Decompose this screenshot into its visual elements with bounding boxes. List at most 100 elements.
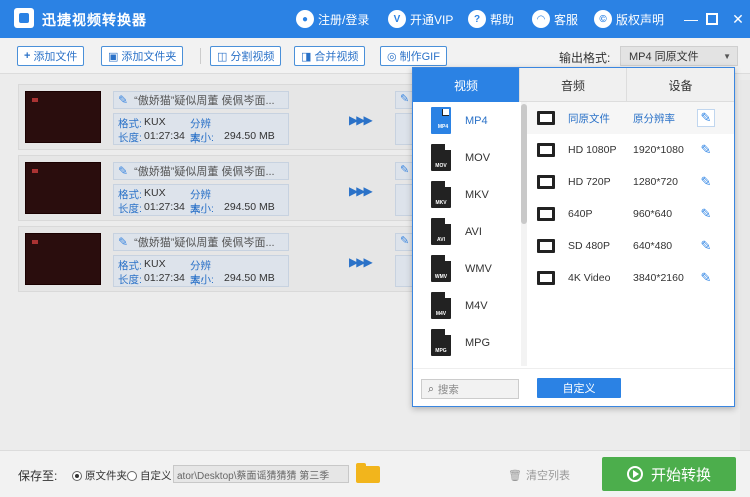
close-button[interactable]: ✕ <box>728 9 748 29</box>
output-format-select[interactable]: MP4 同原文件 ▼ <box>620 46 738 66</box>
edit-icon[interactable]: ✎ <box>697 205 715 223</box>
duration-key: 长度: <box>118 203 142 215</box>
film-icon <box>537 271 555 285</box>
preset-resolution: 1920*1080 <box>633 144 684 156</box>
add-folder-button[interactable]: ▣ 添加文件夹 <box>101 46 184 66</box>
video-thumbnail[interactable] <box>25 91 101 143</box>
convert-arrow-icon: ▶▶▶ <box>349 184 373 198</box>
list-scrollbar[interactable] <box>740 80 750 450</box>
format-name: MPG <box>465 336 491 349</box>
radio-original-folder[interactable]: 原文件夹 <box>72 468 127 483</box>
preset-row[interactable]: HD 1080P 1920*1080 ✎ <box>527 134 734 166</box>
add-file-button[interactable]: + 添加文件 <box>17 46 85 66</box>
format-panel-footer: ⌕ 搜索 自定义 <box>413 368 734 406</box>
size-value: 294.50 MB <box>224 201 275 213</box>
edit-icon[interactable]: ✎ <box>697 109 715 127</box>
make-gif-label: 制作GIF <box>399 51 440 63</box>
folder-icon[interactable] <box>356 463 380 483</box>
custom-button[interactable]: 自定义 <box>537 378 621 398</box>
search-placeholder: 搜索 <box>437 383 459 396</box>
user-icon: ● <box>296 10 314 28</box>
preset-row[interactable]: 4K Video 3840*2160 ✎ <box>527 262 734 294</box>
output-format-value: MP4 同原文件 <box>629 51 699 63</box>
edit-icon[interactable]: ✎ <box>697 173 715 191</box>
maximize-button[interactable] <box>706 13 718 25</box>
duration-value: 01:27:34 <box>144 130 185 142</box>
file-icon-label: MOV <box>435 163 447 169</box>
edit-icon[interactable]: ✎ <box>697 237 715 255</box>
task-row[interactable]: ✎ “傲娇猫”疑似周董 侯佩岑面... 格式: KUX 分辨率: 长度: 01:… <box>18 226 458 292</box>
search-icon: ⌕ <box>428 382 434 395</box>
size-value: 294.50 MB <box>224 272 275 284</box>
radio-dot <box>72 470 82 481</box>
video-thumbnail[interactable] <box>25 233 101 285</box>
tab-audio[interactable]: 音频 <box>520 68 627 102</box>
edit-icon[interactable]: ✎ <box>697 141 715 159</box>
title-bar: 迅捷视频转换器 ● 注册/登录 V 开通VIP ? 帮助 ◠ 客服 © 版权声明… <box>0 0 750 38</box>
preset-row[interactable]: SD 480P 640*480 ✎ <box>527 230 734 262</box>
radio-custom-folder[interactable]: 自定义 <box>127 468 172 483</box>
start-convert-label: 开始转换 <box>650 466 711 484</box>
preset-row[interactable]: HD 720P 1280*720 ✎ <box>527 166 734 198</box>
film-icon <box>537 175 555 189</box>
format-item-mkv[interactable]: MKV MKV <box>413 176 526 213</box>
convert-arrow-icon: ▶▶▶ <box>349 255 373 269</box>
help-link[interactable]: ? 帮助 <box>468 9 514 29</box>
format-item-mpg[interactable]: MPG MPG <box>413 324 526 361</box>
file-icon-label: WMV <box>434 274 448 280</box>
file-name-field[interactable]: ✎ “傲娇猫”疑似周董 侯佩岑面... <box>113 162 289 180</box>
tab-device[interactable]: 设备 <box>627 68 734 102</box>
preset-resolution: 3840*2160 <box>633 272 684 284</box>
format-name: MKV <box>465 188 489 201</box>
login-link[interactable]: ● 注册/登录 <box>296 9 369 29</box>
format-item-wmv[interactable]: WMV WMV <box>413 250 526 287</box>
format-item-mp4[interactable]: MP4 MP4 <box>413 102 526 139</box>
preset-resolution: 960*640 <box>633 208 673 220</box>
make-gif-button[interactable]: ◎ 制作GIF <box>380 46 447 66</box>
vip-link[interactable]: V 开通VIP <box>388 9 453 29</box>
duration-value: 01:27:34 <box>144 272 185 284</box>
film-icon <box>537 143 555 157</box>
help-icon: ? <box>468 10 486 28</box>
split-video-button[interactable]: ◫ 分割视频 <box>210 46 282 66</box>
format-item-m4v[interactable]: M4V M4V <box>413 287 526 324</box>
file-name-field[interactable]: ✎ “傲娇猫”疑似周董 侯佩岑面... <box>113 233 289 251</box>
headset-icon: ◠ <box>532 10 550 28</box>
merge-video-button[interactable]: ◨ 合并视频 <box>294 46 366 66</box>
task-row[interactable]: ✎ “傲娇猫”疑似周董 侯佩岑面... 格式: KUX 分辨率: 长度: 01:… <box>18 84 458 150</box>
mp4-file-icon: MP4 <box>431 107 451 134</box>
format-list: MP4 MP4 MOV MOV MKV MKV AVI AVI WMV WMV … <box>413 102 527 366</box>
file-name: “傲娇猫”疑似周董 侯佩岑面... <box>134 95 275 107</box>
format-item-mov[interactable]: MOV MOV <box>413 139 526 176</box>
preset-row[interactable]: 640P 960*640 ✎ <box>527 198 734 230</box>
duration-key: 长度: <box>118 132 142 144</box>
minimize-button[interactable]: — <box>681 9 701 29</box>
tab-video[interactable]: 视频 <box>413 68 520 102</box>
copyright-link[interactable]: © 版权声明 <box>594 9 664 29</box>
preset-row[interactable]: 同原文件 原分辨率 ✎ <box>527 102 734 134</box>
format-item-avi[interactable]: AVI AVI <box>413 213 526 250</box>
task-row[interactable]: ✎ “傲娇猫”疑似周董 侯佩岑面... 格式: KUX 分辨率: 长度: 01:… <box>18 155 458 221</box>
resolution-key: 分辨率: <box>190 118 211 145</box>
edit-icon[interactable]: ✎ <box>697 269 715 287</box>
preset-list: 同原文件 原分辨率 ✎ HD 1080P 1920*1080 ✎ HD 720P… <box>527 102 734 366</box>
format-value: KUX <box>144 116 166 128</box>
video-thumbnail[interactable] <box>25 162 101 214</box>
copyright-label: 版权声明 <box>616 12 665 27</box>
merge-video-label: 合并视频 <box>314 51 359 63</box>
start-convert-button[interactable]: 开始转换 <box>602 457 736 491</box>
file-name-field[interactable]: ✎ “傲娇猫”疑似周董 侯佩岑面... <box>113 91 289 109</box>
avi-file-icon: AVI <box>431 218 451 245</box>
clear-list-button[interactable]: 🗑 清空列表 <box>508 467 570 483</box>
output-path-field[interactable]: ator\Desktop\蔡面谣猜猜猜 第三季 <box>173 465 349 483</box>
app-logo-icon <box>14 8 34 28</box>
format-value: KUX <box>144 258 166 270</box>
split-icon: ◫ <box>217 50 228 63</box>
bottom-bar: 保存至: 原文件夹 自定义 ator\Desktop\蔡面谣猜猜猜 第三季 🗑 … <box>0 450 750 497</box>
radio-dot <box>127 470 137 481</box>
format-key: 格式: <box>118 118 142 130</box>
format-search-input[interactable]: ⌕ 搜索 <box>421 379 519 399</box>
app-title: 迅捷视频转换器 <box>42 12 147 28</box>
format-name: AVI <box>465 225 482 238</box>
support-link[interactable]: ◠ 客服 <box>532 9 578 29</box>
